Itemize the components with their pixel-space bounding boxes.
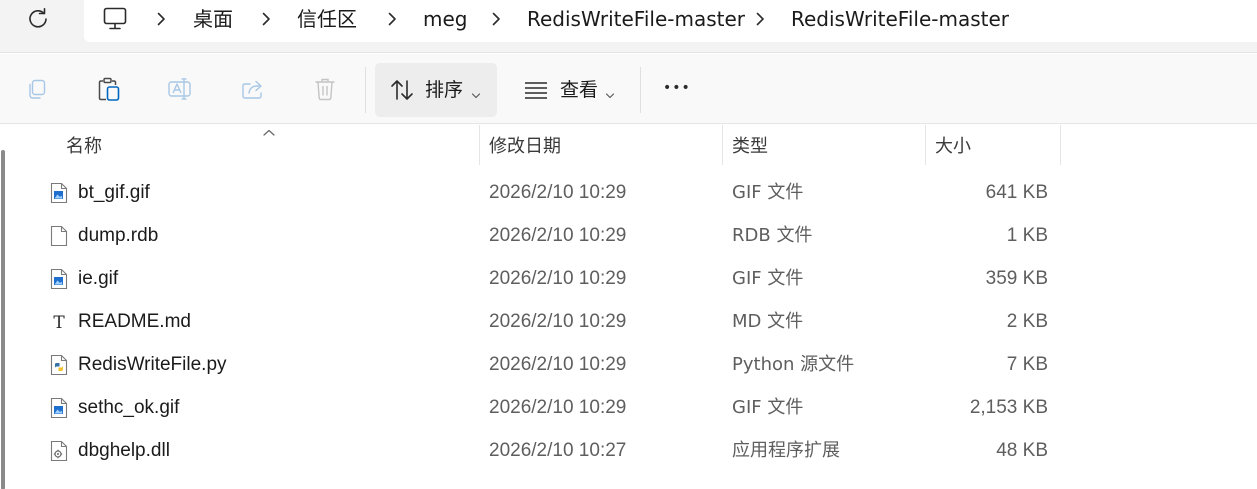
column-header-size[interactable]: 大小 xyxy=(925,125,1061,165)
image-file-icon xyxy=(50,182,68,204)
file-type: Python 源文件 xyxy=(732,354,855,375)
file-row[interactable]: bt_gif.gif 2026/2/10 10:29 GIF 文件 641 KB xyxy=(42,171,1062,214)
column-header-size-label: 大小 xyxy=(935,136,971,157)
file-date: 2026/2/10 10:29 xyxy=(489,182,627,203)
chevron-down-icon xyxy=(471,87,481,99)
file-row[interactable]: dump.rdb 2026/2/10 10:29 RDB 文件 1 KB xyxy=(42,214,1062,257)
file-name: dump.rdb xyxy=(78,225,159,246)
rename-icon[interactable] xyxy=(167,76,193,102)
command-bar: 排序 查看 ••• xyxy=(0,54,1257,124)
file-size: 1 KB xyxy=(1006,225,1048,246)
file-row[interactable]: sethc_ok.gif 2026/2/10 10:29 GIF 文件 2,15… xyxy=(42,386,1062,429)
breadcrumb-meg[interactable]: meg xyxy=(423,7,467,31)
sort-button[interactable]: 排序 xyxy=(375,63,497,117)
view-button-label: 查看 xyxy=(560,79,599,101)
file-size: 641 KB xyxy=(985,182,1048,203)
file-type: GIF 文件 xyxy=(732,268,804,289)
file-name: README.md xyxy=(78,311,191,332)
column-header-type[interactable]: 类型 xyxy=(722,125,926,165)
sort-ascending-icon xyxy=(262,125,276,136)
sort-arrows-icon xyxy=(389,77,415,103)
file-size: 7 KB xyxy=(1006,354,1048,375)
breadcrumb-desktop[interactable]: 桌面 xyxy=(193,7,233,31)
python-file-icon xyxy=(50,354,68,376)
file-name: RedisWriteFile.py xyxy=(78,354,227,375)
chevron-down-icon xyxy=(605,87,615,99)
copy-icon[interactable] xyxy=(24,76,50,102)
breadcrumb-chevron-icon[interactable] xyxy=(385,7,399,31)
paste-icon[interactable] xyxy=(96,76,122,102)
file-date: 2026/2/10 10:29 xyxy=(489,354,627,375)
file-size: 2 KB xyxy=(1006,311,1048,332)
view-list-icon xyxy=(523,79,549,101)
blank-file-icon xyxy=(50,225,68,247)
file-size: 359 KB xyxy=(985,268,1048,289)
address-bar-row: 桌面 信任区 meg RedisWriteFile-master RedisWr… xyxy=(0,0,1257,53)
breadcrumb-chevron-icon[interactable] xyxy=(154,7,168,31)
share-icon[interactable] xyxy=(240,76,266,102)
file-row[interactable]: ie.gif 2026/2/10 10:29 GIF 文件 359 KB xyxy=(42,257,1062,300)
file-date: 2026/2/10 10:29 xyxy=(489,311,627,332)
file-name: sethc_ok.gif xyxy=(78,397,180,418)
file-name: ie.gif xyxy=(78,268,119,289)
toolbar-separator xyxy=(365,67,366,113)
column-header-row: 名称 修改日期 类型 大小 xyxy=(0,125,1257,165)
file-name: bt_gif.gif xyxy=(78,182,150,203)
refresh-icon[interactable] xyxy=(24,5,52,33)
column-header-name-label: 名称 xyxy=(66,136,102,157)
file-size: 2,153 KB xyxy=(969,397,1048,418)
this-pc-icon[interactable] xyxy=(102,6,130,32)
file-date: 2026/2/10 10:29 xyxy=(489,225,627,246)
file-date: 2026/2/10 10:27 xyxy=(489,440,627,461)
delete-icon[interactable] xyxy=(312,76,338,102)
file-type: 应用程序扩展 xyxy=(732,440,840,461)
breadcrumb-rediswritefile-master-current[interactable]: RedisWriteFile-master xyxy=(791,7,1009,31)
image-file-icon xyxy=(50,268,68,290)
column-header-date-label: 修改日期 xyxy=(489,136,561,157)
svg-text:T: T xyxy=(53,313,65,333)
dll-file-icon xyxy=(50,440,68,462)
view-button[interactable]: 查看 xyxy=(510,63,628,117)
breadcrumb-chevron-icon[interactable] xyxy=(489,7,503,31)
file-row[interactable]: RedisWriteFile.py 2026/2/10 10:29 Python… xyxy=(42,343,1062,386)
vertical-scrollbar[interactable] xyxy=(0,125,7,489)
file-date: 2026/2/10 10:29 xyxy=(489,268,627,289)
file-type: MD 文件 xyxy=(732,311,804,332)
sort-button-label: 排序 xyxy=(425,79,464,101)
file-row[interactable]: dbghelp.dll 2026/2/10 10:27 应用程序扩展 48 KB xyxy=(42,429,1062,472)
file-type: RDB 文件 xyxy=(732,225,813,246)
image-file-icon xyxy=(50,397,68,419)
breadcrumb-rediswritefile-master[interactable]: RedisWriteFile-master xyxy=(527,7,745,31)
text-file-icon: T xyxy=(50,311,68,333)
column-header-date[interactable]: 修改日期 xyxy=(479,125,723,165)
file-date: 2026/2/10 10:29 xyxy=(489,397,627,418)
file-type: GIF 文件 xyxy=(732,397,804,418)
file-row[interactable]: T README.md 2026/2/10 10:29 MD 文件 2 KB xyxy=(42,300,1062,343)
breadcrumb-chevron-icon[interactable] xyxy=(259,7,273,31)
toolbar-separator xyxy=(640,67,641,113)
breadcrumb-chevron-icon[interactable] xyxy=(753,7,767,31)
file-type: GIF 文件 xyxy=(732,182,804,203)
column-header-type-label: 类型 xyxy=(732,136,768,157)
scrollbar-thumb[interactable] xyxy=(1,150,5,489)
file-size: 48 KB xyxy=(996,440,1048,461)
file-name: dbghelp.dll xyxy=(78,440,170,461)
breadcrumb-trust-zone[interactable]: 信任区 xyxy=(297,7,357,31)
more-options-button[interactable]: ••• xyxy=(663,77,691,99)
